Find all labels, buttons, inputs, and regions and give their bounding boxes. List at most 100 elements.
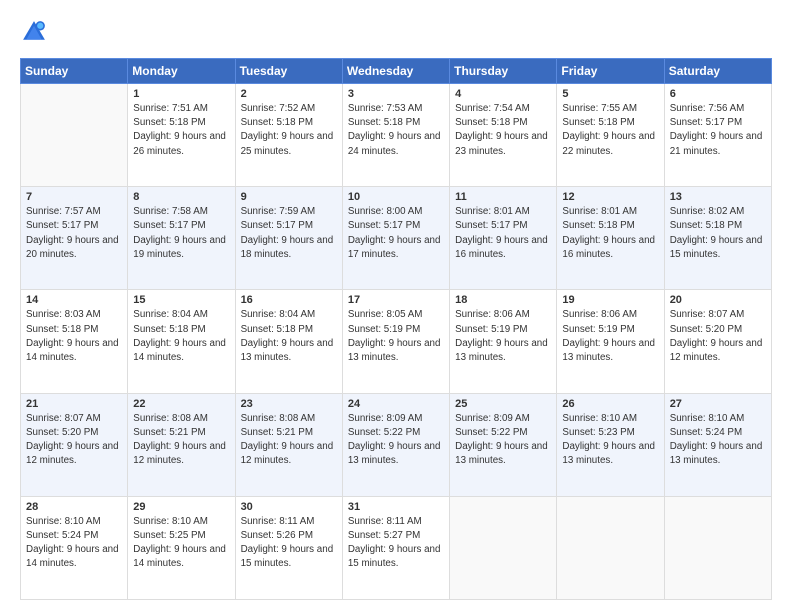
day-info: Sunrise: 8:01 AMSunset: 5:17 PMDaylight:… <box>455 205 551 262</box>
calendar-cell: 26 Sunrise: 8:10 AMSunset: 5:23 PMDayligh… <box>557 393 664 496</box>
day-number: 10 <box>348 191 444 203</box>
day-info: Sunrise: 7:55 AMSunset: 5:18 PMDaylight:… <box>562 102 658 159</box>
calendar-cell: 20 Sunrise: 8:07 AMSunset: 5:20 PMDayligh… <box>664 290 771 393</box>
day-info: Sunrise: 8:02 AMSunset: 5:18 PMDaylight:… <box>670 205 766 262</box>
day-info: Sunrise: 7:56 AMSunset: 5:17 PMDaylight:… <box>670 102 766 159</box>
calendar-table: SundayMondayTuesdayWednesdayThursdayFrid… <box>20 58 772 600</box>
day-number: 26 <box>562 398 658 410</box>
weekday-header-saturday: Saturday <box>664 59 771 84</box>
calendar-cell: 24 Sunrise: 8:09 AMSunset: 5:22 PMDayligh… <box>342 393 449 496</box>
calendar-cell: 7 Sunrise: 7:57 AMSunset: 5:17 PMDaylight… <box>21 187 128 290</box>
calendar-cell: 8 Sunrise: 7:58 AMSunset: 5:17 PMDaylight… <box>128 187 235 290</box>
day-number: 2 <box>241 88 337 100</box>
day-info: Sunrise: 8:05 AMSunset: 5:19 PMDaylight:… <box>348 308 444 365</box>
day-number: 21 <box>26 398 122 410</box>
day-number: 5 <box>562 88 658 100</box>
day-number: 19 <box>562 294 658 306</box>
day-info: Sunrise: 8:09 AMSunset: 5:22 PMDaylight:… <box>348 412 444 469</box>
calendar-cell: 6 Sunrise: 7:56 AMSunset: 5:17 PMDaylight… <box>664 84 771 187</box>
day-info: Sunrise: 8:04 AMSunset: 5:18 PMDaylight:… <box>133 308 229 365</box>
day-number: 15 <box>133 294 229 306</box>
day-number: 7 <box>26 191 122 203</box>
day-info: Sunrise: 8:07 AMSunset: 5:20 PMDaylight:… <box>26 412 122 469</box>
weekday-header-tuesday: Tuesday <box>235 59 342 84</box>
day-number: 27 <box>670 398 766 410</box>
day-number: 13 <box>670 191 766 203</box>
day-number: 6 <box>670 88 766 100</box>
calendar-cell: 5 Sunrise: 7:55 AMSunset: 5:18 PMDaylight… <box>557 84 664 187</box>
day-number: 17 <box>348 294 444 306</box>
calendar-cell: 3Sunrise: 7:53 AMSunset: 5:18 PMDaylight… <box>342 84 449 187</box>
week-row-4: 21 Sunrise: 8:07 AMSunset: 5:20 PMDayligh… <box>21 393 772 496</box>
calendar-cell: 10 Sunrise: 8:00 AMSunset: 5:17 PMDayligh… <box>342 187 449 290</box>
logo <box>20 18 52 46</box>
calendar-cell: 4 Sunrise: 7:54 AMSunset: 5:18 PMDaylight… <box>450 84 557 187</box>
calendar-cell: 15 Sunrise: 8:04 AMSunset: 5:18 PMDayligh… <box>128 290 235 393</box>
day-info: Sunrise: 7:54 AMSunset: 5:18 PMDaylight:… <box>455 102 551 159</box>
calendar-cell: 1 Sunrise: 7:51 AMSunset: 5:18 PMDaylight… <box>128 84 235 187</box>
week-row-5: 28Sunrise: 8:10 AMSunset: 5:24 PMDayligh… <box>21 496 772 599</box>
day-info: Sunrise: 8:11 AMSunset: 5:26 PMDaylight:… <box>241 515 337 572</box>
day-info: Sunrise: 7:58 AMSunset: 5:17 PMDaylight:… <box>133 205 229 262</box>
day-number: 24 <box>348 398 444 410</box>
day-number: 11 <box>455 191 551 203</box>
calendar-cell <box>557 496 664 599</box>
day-info: Sunrise: 8:09 AMSunset: 5:22 PMDaylight:… <box>455 412 551 469</box>
calendar-cell: 27 Sunrise: 8:10 AMSunset: 5:24 PMDayligh… <box>664 393 771 496</box>
week-row-2: 7 Sunrise: 7:57 AMSunset: 5:17 PMDaylight… <box>21 187 772 290</box>
calendar-cell: 31 Sunrise: 8:11 AMSunset: 5:27 PMDayligh… <box>342 496 449 599</box>
calendar-cell: 19 Sunrise: 8:06 AMSunset: 5:19 PMDayligh… <box>557 290 664 393</box>
header <box>20 18 772 46</box>
day-number: 30 <box>241 501 337 513</box>
weekday-header-row: SundayMondayTuesdayWednesdayThursdayFrid… <box>21 59 772 84</box>
day-number: 14 <box>26 294 122 306</box>
day-info: Sunrise: 8:08 AMSunset: 5:21 PMDaylight:… <box>241 412 337 469</box>
day-info: Sunrise: 8:11 AMSunset: 5:27 PMDaylight:… <box>348 515 444 572</box>
weekday-header-thursday: Thursday <box>450 59 557 84</box>
weekday-header-sunday: Sunday <box>21 59 128 84</box>
calendar-cell: 16 Sunrise: 8:04 AMSunset: 5:18 PMDayligh… <box>235 290 342 393</box>
week-row-1: 1 Sunrise: 7:51 AMSunset: 5:18 PMDaylight… <box>21 84 772 187</box>
day-info: Sunrise: 8:10 AMSunset: 5:23 PMDaylight:… <box>562 412 658 469</box>
day-number: 12 <box>562 191 658 203</box>
calendar-cell: 2 Sunrise: 7:52 AMSunset: 5:18 PMDaylight… <box>235 84 342 187</box>
day-number: 22 <box>133 398 229 410</box>
day-number: 28 <box>26 501 122 513</box>
weekday-header-monday: Monday <box>128 59 235 84</box>
day-number: 4 <box>455 88 551 100</box>
calendar-cell <box>450 496 557 599</box>
day-number: 25 <box>455 398 551 410</box>
calendar-cell: 18Sunrise: 8:06 AMSunset: 5:19 PMDayligh… <box>450 290 557 393</box>
day-info: Sunrise: 8:04 AMSunset: 5:18 PMDaylight:… <box>241 308 337 365</box>
day-info: Sunrise: 8:07 AMSunset: 5:20 PMDaylight:… <box>670 308 766 365</box>
calendar-cell: 30 Sunrise: 8:11 AMSunset: 5:26 PMDayligh… <box>235 496 342 599</box>
calendar-cell: 28Sunrise: 8:10 AMSunset: 5:24 PMDayligh… <box>21 496 128 599</box>
day-info: Sunrise: 8:06 AMSunset: 5:19 PMDaylight:… <box>562 308 658 365</box>
day-number: 1 <box>133 88 229 100</box>
day-info: Sunrise: 7:59 AMSunset: 5:17 PMDaylight:… <box>241 205 337 262</box>
day-info: Sunrise: 8:00 AMSunset: 5:17 PMDaylight:… <box>348 205 444 262</box>
day-info: Sunrise: 7:51 AMSunset: 5:18 PMDaylight:… <box>133 102 229 159</box>
calendar-cell <box>664 496 771 599</box>
day-info: Sunrise: 8:01 AMSunset: 5:18 PMDaylight:… <box>562 205 658 262</box>
day-info: Sunrise: 7:57 AMSunset: 5:17 PMDaylight:… <box>26 205 122 262</box>
calendar-cell: 22Sunrise: 8:08 AMSunset: 5:21 PMDayligh… <box>128 393 235 496</box>
week-row-3: 14Sunrise: 8:03 AMSunset: 5:18 PMDayligh… <box>21 290 772 393</box>
day-number: 16 <box>241 294 337 306</box>
day-info: Sunrise: 8:10 AMSunset: 5:24 PMDaylight:… <box>670 412 766 469</box>
day-info: Sunrise: 7:53 AMSunset: 5:18 PMDaylight:… <box>348 102 444 159</box>
weekday-header-friday: Friday <box>557 59 664 84</box>
calendar-cell: 13 Sunrise: 8:02 AMSunset: 5:18 PMDayligh… <box>664 187 771 290</box>
calendar-cell: 29 Sunrise: 8:10 AMSunset: 5:25 PMDayligh… <box>128 496 235 599</box>
day-number: 23 <box>241 398 337 410</box>
day-number: 20 <box>670 294 766 306</box>
calendar-cell: 23 Sunrise: 8:08 AMSunset: 5:21 PMDayligh… <box>235 393 342 496</box>
day-number: 8 <box>133 191 229 203</box>
calendar-cell: 25 Sunrise: 8:09 AMSunset: 5:22 PMDayligh… <box>450 393 557 496</box>
calendar-cell: 9Sunrise: 7:59 AMSunset: 5:17 PMDaylight… <box>235 187 342 290</box>
day-info: Sunrise: 7:52 AMSunset: 5:18 PMDaylight:… <box>241 102 337 159</box>
day-info: Sunrise: 8:10 AMSunset: 5:25 PMDaylight:… <box>133 515 229 572</box>
day-number: 29 <box>133 501 229 513</box>
page: SundayMondayTuesdayWednesdayThursdayFrid… <box>0 0 792 612</box>
day-number: 31 <box>348 501 444 513</box>
